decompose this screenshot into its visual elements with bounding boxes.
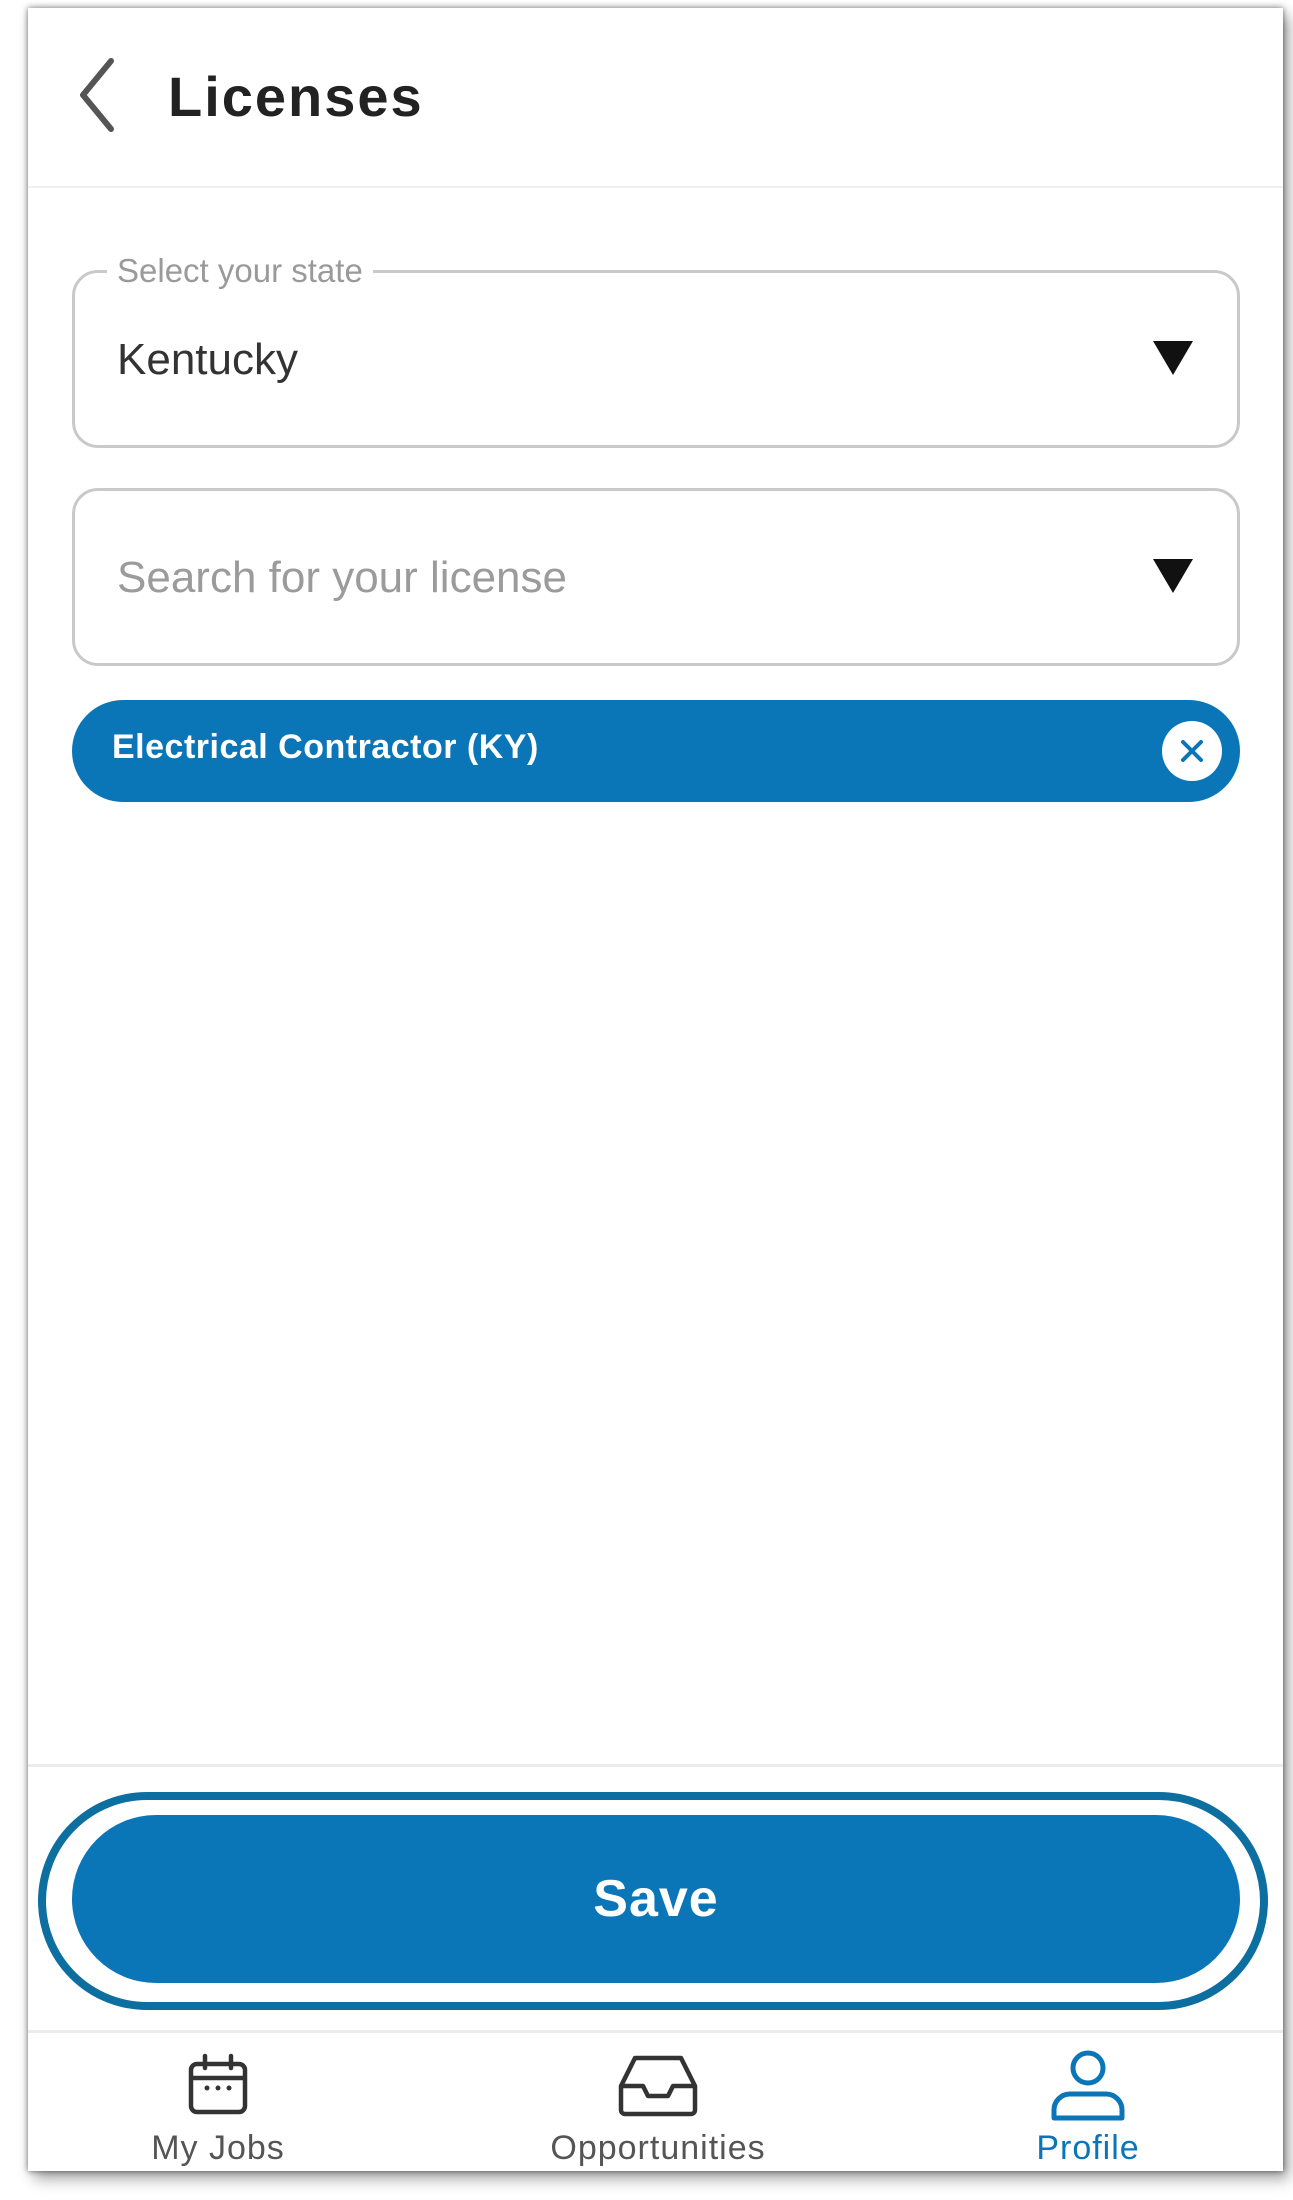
- remove-license-button[interactable]: [1162, 721, 1222, 781]
- back-button[interactable]: [62, 50, 132, 140]
- nav-item-profile[interactable]: Profile: [988, 2033, 1188, 2171]
- dropdown-arrow-icon: [1153, 559, 1193, 593]
- chevron-left-icon: [80, 58, 114, 132]
- nav-label-profile: Profile: [1036, 2129, 1140, 2167]
- app-screen: Licenses Select your state Kentucky Sear…: [28, 8, 1283, 2171]
- nav-label-opportunities: Opportunities: [550, 2129, 766, 2167]
- save-button-label: Save: [593, 1870, 719, 1928]
- state-select[interactable]: Select your state Kentucky: [72, 251, 1240, 448]
- bottom-nav: My Jobs Opportunities Profile: [28, 2030, 1283, 2171]
- license-search-placeholder: Search for your license: [117, 553, 567, 602]
- close-icon: [1181, 740, 1203, 762]
- dropdown-arrow-icon: [1153, 341, 1193, 375]
- save-button[interactable]: Save: [72, 1815, 1240, 1983]
- person-icon: [1051, 2050, 1125, 2121]
- nav-label-my-jobs: My Jobs: [151, 2129, 285, 2167]
- divider: [28, 1764, 1283, 1767]
- top-bar: Licenses: [28, 8, 1283, 188]
- inbox-icon: [618, 2055, 698, 2117]
- state-select-label: Select your state: [107, 251, 373, 291]
- page-title: Licenses: [168, 65, 424, 128]
- calendar-icon: [188, 2053, 248, 2115]
- license-chip: Electrical Contractor (KY): [72, 700, 1240, 802]
- state-select-value: Kentucky: [117, 335, 298, 384]
- nav-item-opportunities[interactable]: Opportunities: [508, 2033, 808, 2171]
- license-chip-label: Electrical Contractor (KY): [112, 728, 539, 766]
- nav-item-my-jobs[interactable]: My Jobs: [128, 2033, 308, 2171]
- license-search-select[interactable]: Search for your license: [72, 488, 1240, 666]
